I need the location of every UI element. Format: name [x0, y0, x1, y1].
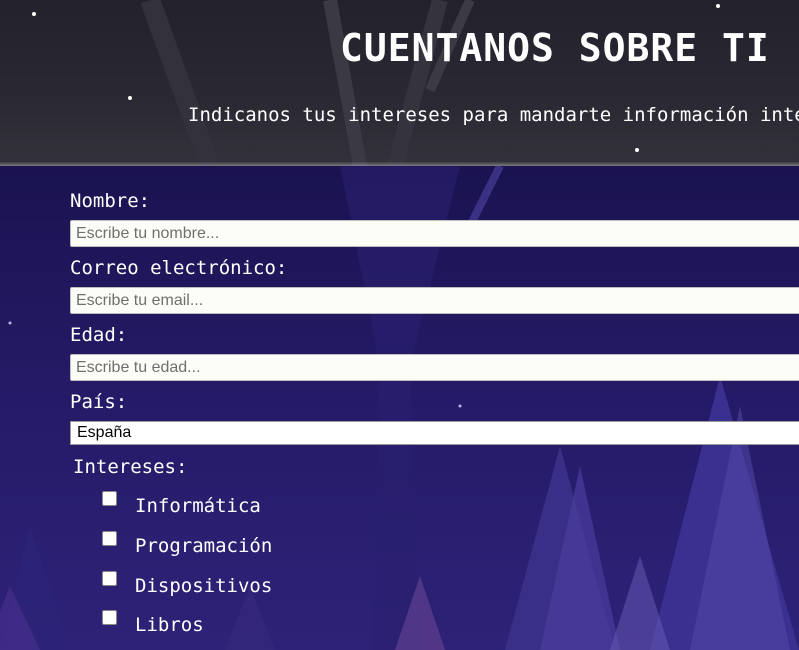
interest-label: Dispositivos: [135, 575, 273, 597]
email-field[interactable]: [70, 287, 799, 314]
header-background-art: [32, 0, 762, 166]
country-label: País:: [70, 391, 128, 413]
interest-checkbox[interactable]: [102, 610, 117, 625]
interest-label: Informática: [135, 495, 261, 517]
age-field[interactable]: [70, 354, 799, 381]
page-subtitle: Indicanos tus intereses para mandarte in…: [188, 104, 799, 126]
page-title: CUENTANOS SOBRE TI: [340, 26, 770, 70]
interest-checkbox[interactable]: [102, 491, 117, 506]
name-field[interactable]: [70, 220, 799, 247]
country-select[interactable]: España: [70, 421, 799, 445]
interest-checkbox[interactable]: [102, 571, 117, 586]
email-label: Correo electrónico:: [70, 257, 288, 279]
interests-form: Nombre: Correo electrónico: Edad: País: …: [0, 166, 799, 650]
interest-label: Programación: [135, 535, 273, 557]
interest-label: Libros: [135, 614, 204, 636]
interests-label: Intereses:: [73, 456, 188, 478]
age-label: Edad:: [70, 324, 128, 346]
interest-checkbox[interactable]: [102, 531, 117, 546]
name-label: Nombre:: [70, 190, 151, 212]
country-select-value: España: [77, 424, 132, 441]
page-header: CUENTANOS SOBRE TI Indicanos tus interes…: [0, 0, 799, 166]
